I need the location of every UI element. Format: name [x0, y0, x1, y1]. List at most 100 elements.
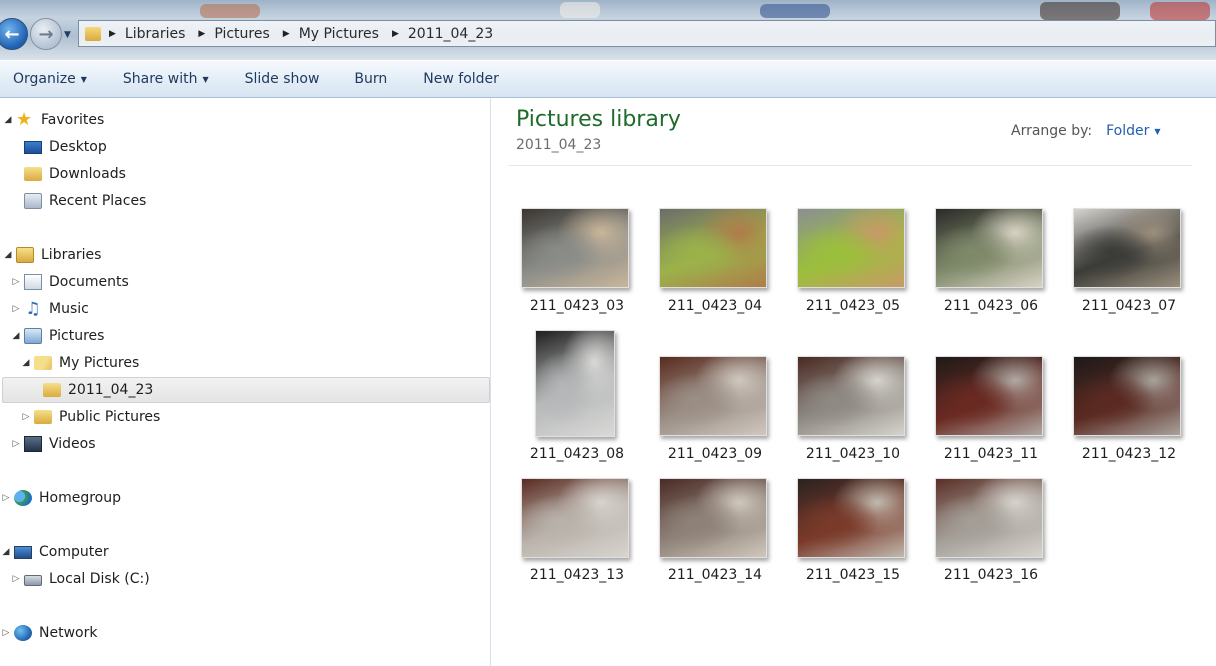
libraries-icon [16, 247, 34, 263]
folder-icon [34, 410, 52, 424]
caret-down-icon[interactable]: ▼ [1154, 127, 1160, 136]
nav-pictures[interactable]: ◢ Pictures [11, 324, 104, 348]
image-thumbnail[interactable] [521, 478, 629, 558]
nav-documents[interactable]: ▷ Documents [11, 270, 129, 294]
new-folder-label: New folder [423, 71, 499, 87]
image-thumbnail[interactable] [535, 330, 615, 437]
collapsed-arrow-icon[interactable]: ▷ [21, 412, 31, 422]
image-thumbnail[interactable] [935, 208, 1043, 288]
file-name: 211_0423_08 [529, 446, 625, 462]
image-thumbnail[interactable] [659, 208, 767, 288]
collapsed-arrow-icon[interactable]: ▷ [1, 628, 11, 638]
new-folder-button[interactable]: New folder [387, 71, 499, 87]
nav-label: Downloads [49, 166, 126, 182]
content-pane: Pictures library 2011_04_23 Arrange by: … [492, 98, 1216, 666]
nav-music[interactable]: ▷ ♫ Music [11, 297, 89, 321]
arrow-right-icon: → [38, 23, 54, 45]
nav-favorites[interactable]: ◢ ★ Favorites [3, 108, 105, 132]
burn-button[interactable]: Burn [319, 71, 387, 87]
expanded-arrow-icon[interactable]: ◢ [1, 547, 11, 557]
nav-label: Local Disk (C:) [49, 571, 150, 587]
image-thumbnail[interactable] [1073, 356, 1181, 436]
share-with-label: Share with [122, 71, 198, 87]
nav-label: Music [49, 301, 89, 317]
library-title: Pictures library [516, 107, 681, 132]
arrange-by-dropdown[interactable]: Folder [1106, 123, 1149, 139]
desktop-wallpaper-fragment [760, 4, 830, 18]
breadcrumb-pictures[interactable]: Pictures [214, 26, 269, 42]
breadcrumb-libraries[interactable]: Libraries [125, 26, 185, 42]
downloads-folder-icon [24, 167, 42, 181]
breadcrumb-my-pictures[interactable]: My Pictures [299, 26, 379, 42]
arrange-by-label: Arrange by: [1011, 123, 1093, 139]
nav-recent-places[interactable]: Recent Places [24, 189, 146, 213]
chevron-right-icon[interactable]: ▶ [392, 29, 399, 39]
nav-my-pictures[interactable]: ◢ My Pictures [21, 351, 140, 375]
expanded-arrow-icon[interactable]: ◢ [3, 115, 13, 125]
collapsed-arrow-icon[interactable]: ▷ [11, 574, 21, 584]
image-thumbnail[interactable] [797, 208, 905, 288]
chevron-right-icon[interactable]: ▶ [283, 29, 290, 39]
collapsed-arrow-icon[interactable]: ▷ [1, 493, 11, 503]
collapsed-arrow-icon[interactable]: ▷ [11, 304, 21, 314]
nav-downloads[interactable]: Downloads [24, 162, 126, 186]
nav-label: Recent Places [49, 193, 147, 209]
recent-pages-dropdown[interactable]: ▼ [64, 30, 71, 40]
desktop-wallpaper-fragment [560, 2, 600, 18]
expanded-arrow-icon[interactable]: ◢ [11, 331, 21, 341]
file-name: 211_0423_13 [529, 567, 625, 583]
nav-label: Favorites [41, 112, 105, 128]
file-name: 211_0423_10 [805, 446, 901, 462]
forward-button[interactable]: → [30, 18, 62, 50]
file-name: 211_0423_14 [667, 567, 763, 583]
nav-local-disk[interactable]: ▷ Local Disk (C:) [11, 567, 150, 591]
organize-button[interactable]: Organize ▼ [0, 71, 87, 87]
nav-current-folder[interactable]: 2011_04_23 [2, 377, 490, 403]
videos-icon [24, 436, 42, 452]
expanded-arrow-icon[interactable]: ◢ [21, 358, 31, 368]
nav-label: Documents [49, 274, 129, 290]
image-thumbnail[interactable] [797, 478, 905, 558]
image-thumbnail[interactable] [659, 356, 767, 436]
nav-computer[interactable]: ◢ Computer [1, 540, 109, 564]
nav-label: Homegroup [39, 490, 122, 506]
network-icon [14, 625, 32, 641]
image-thumbnail[interactable] [659, 478, 767, 558]
window-titlebar: ← → ▼ ▶ Libraries ▶ Pictures ▶ My Pictur… [0, 0, 1216, 60]
back-button[interactable]: ← [0, 18, 28, 50]
chevron-right-icon[interactable]: ▶ [198, 29, 205, 39]
file-name: 211_0423_16 [943, 567, 1039, 583]
nav-network[interactable]: ▷ Network [1, 621, 97, 645]
homegroup-icon [14, 490, 32, 506]
folder-icon [85, 26, 101, 41]
library-subtitle: 2011_04_23 [516, 137, 602, 153]
music-note-icon: ♫ [25, 299, 41, 319]
nav-label: Desktop [49, 139, 107, 155]
breadcrumb: ▶ Libraries ▶ Pictures ▶ My Pictures ▶ 2… [109, 26, 506, 42]
address-bar[interactable]: ▶ Libraries ▶ Pictures ▶ My Pictures ▶ 2… [78, 20, 1216, 47]
image-thumbnail[interactable] [1073, 208, 1181, 288]
chevron-right-icon[interactable]: ▶ [109, 29, 116, 39]
image-thumbnail[interactable] [935, 356, 1043, 436]
collapsed-arrow-icon[interactable]: ▷ [11, 277, 21, 287]
nav-label: My Pictures [59, 355, 140, 371]
share-with-button[interactable]: Share with ▼ [87, 71, 209, 87]
nav-libraries[interactable]: ◢ Libraries [3, 243, 101, 267]
breadcrumb-2011-04-23[interactable]: 2011_04_23 [408, 26, 493, 42]
nav-desktop[interactable]: Desktop [24, 135, 107, 159]
nav-label: Libraries [41, 247, 102, 263]
slide-show-button[interactable]: Slide show [209, 71, 320, 87]
file-name: 211_0423_05 [805, 298, 901, 314]
nav-homegroup[interactable]: ▷ Homegroup [1, 486, 121, 510]
nav-videos[interactable]: ▷ Videos [11, 432, 96, 456]
file-name: 211_0423_06 [943, 298, 1039, 314]
collapsed-arrow-icon[interactable]: ▷ [11, 439, 21, 449]
desktop-wallpaper-fragment [1150, 2, 1210, 20]
nav-public-pictures[interactable]: ▷ Public Pictures [21, 405, 161, 429]
file-name: 211_0423_12 [1081, 446, 1177, 462]
image-thumbnail[interactable] [797, 356, 905, 436]
burn-label: Burn [354, 71, 388, 87]
image-thumbnail[interactable] [521, 208, 629, 288]
image-thumbnail[interactable] [935, 478, 1043, 558]
expanded-arrow-icon[interactable]: ◢ [3, 250, 13, 260]
